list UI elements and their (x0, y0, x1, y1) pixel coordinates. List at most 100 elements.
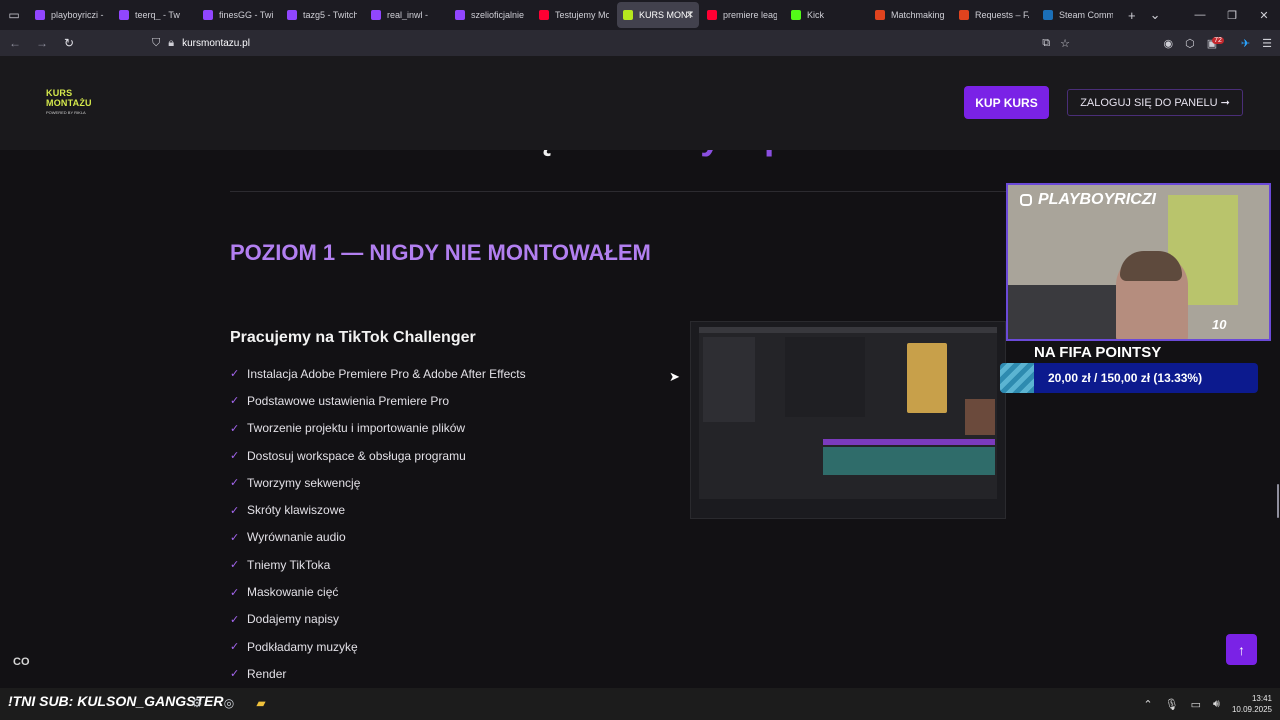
lock-icon[interactable]: 🔒︎ (168, 37, 174, 50)
tab-list-icon[interactable]: ▭ (0, 0, 28, 30)
buy-course-button[interactable]: KUP KURS (964, 86, 1049, 119)
reload-icon[interactable]: ↻ (57, 31, 81, 55)
browser-tab[interactable]: finesGG - Twitc (197, 2, 279, 28)
close-window-icon[interactable]: ✕ (1248, 0, 1280, 30)
level-title: POZIOM 1 — NIGDY NIE MONTOWAŁEM (230, 240, 651, 265)
checklist-item: ✓ Podstawowe ustawienia Premiere Pro (230, 387, 526, 414)
checklist-item: ✓ Tworzymy sekwencję (230, 469, 526, 496)
tab-favicon-icon (959, 10, 969, 20)
browser-tab[interactable]: Requests – FAC (953, 2, 1035, 28)
tab-favicon-icon (371, 10, 381, 20)
check-icon: ✓ (230, 422, 240, 435)
editor-window (699, 327, 997, 499)
extension-badge-icon[interactable]: ▣72 (1207, 36, 1229, 50)
account-icon[interactable]: ◉ (1163, 37, 1173, 50)
browser-tab[interactable]: KURS MONT ✕ (617, 2, 699, 28)
tab-favicon-icon (35, 10, 45, 20)
picture-in-picture-icon[interactable]: ⧉ (1042, 37, 1050, 50)
tab-favicon-icon (539, 10, 549, 20)
donation-goal-bar: 20,00 zł / 150,00 zł (13.33%) (1000, 363, 1258, 393)
restore-icon[interactable]: ❐ (1216, 0, 1248, 30)
taskbar: !TNI SUB: KULSON_GANGSTER ⚙ ◎ ▰ ⌃ 🎙︎ ▭ 🔊… (0, 688, 1280, 720)
checklist-item-text: Dodajemy napisy (247, 612, 340, 627)
tab-close-icon[interactable]: ✕ (686, 10, 694, 21)
network-icon[interactable]: ▭ (1191, 698, 1201, 711)
checklist-item-text: Wyrównanie audio (247, 530, 346, 545)
nav-bar: ← → ↻ ⛉ 🔒︎ kursmontazu.pl ⧉ ☆ ◉ ⬡ ▣72 ✈ … (0, 30, 1280, 56)
volume-icon[interactable]: 🔊︎ (1213, 698, 1220, 711)
bookmark-star-icon[interactable]: ☆ (1060, 37, 1070, 50)
taskbar-apps: ⚙ ◎ ▰ (188, 694, 270, 712)
login-panel-button[interactable]: ZALOGUJ SIĘ DO PANELU ➞ (1067, 89, 1243, 116)
module-checklist: ✓ Instalacja Adobe Premiere Pro & Adobe A… (230, 360, 526, 688)
browser-tab[interactable]: playboyriczi - T (29, 2, 111, 28)
clock-time: 13:41 (1251, 694, 1272, 703)
mouse-cursor-icon: ➤ (669, 369, 680, 384)
app-icon[interactable]: ▰ (252, 694, 270, 712)
chevron-down-icon[interactable]: ⌄ (1150, 7, 1161, 23)
browser-tab[interactable]: premiere leagu (701, 2, 783, 28)
checklist-item-text: Dostosuj workspace & obsługa programu (247, 448, 466, 463)
check-icon: ✓ (230, 531, 240, 544)
timeline-track-video (823, 439, 995, 445)
logo-line1: KURS (46, 88, 73, 98)
window-controls: — ❐ ✕ (1184, 0, 1280, 30)
scrollbar-thumb[interactable] (1277, 484, 1279, 518)
checklist-item: ✓ Instalacja Adobe Premiere Pro & Adobe A… (230, 360, 526, 387)
tab-favicon-icon (1043, 10, 1053, 20)
browser-tab[interactable]: real_inwl - (365, 2, 447, 28)
minimize-icon[interactable]: — (1184, 0, 1216, 30)
site-logo[interactable]: KURS MONTAŻU POWERED BY RIKLA (46, 88, 106, 115)
system-clock[interactable]: 13:41 10.09.2025 (1232, 693, 1272, 715)
project-panel (703, 337, 755, 422)
tab-favicon-icon (119, 10, 129, 20)
steam-icon[interactable]: ⚙ (188, 694, 206, 712)
cam-number: 10 (1212, 317, 1227, 332)
url-bar[interactable]: ⛉ 🔒︎ kursmontazu.pl ⧉ ☆ (152, 30, 1076, 56)
checklist-item-text: Maskowanie cięć (247, 585, 339, 600)
check-icon: ✓ (230, 395, 240, 408)
tab-favicon-icon (875, 10, 885, 20)
tab-favicon-icon (707, 10, 717, 20)
scroll-top-button[interactable]: ↑ (1226, 634, 1257, 665)
browser-tab[interactable]: szelioficjalnie - (449, 2, 531, 28)
checklist-item: ✓ Maskowanie cięć (230, 578, 526, 605)
checklist-item: ✓ Podkładamy muzykę (230, 633, 526, 660)
shield-icon[interactable]: ⛉ (152, 37, 160, 50)
check-icon: ✓ (230, 504, 240, 517)
checklist-item: ✓ Tworzenie projektu i importowanie plikó… (230, 415, 526, 442)
microphone-icon[interactable]: 🎙︎ (1165, 698, 1179, 711)
chevron-up-icon[interactable]: ⌃ (1143, 698, 1152, 711)
tab-label: finesGG - Twitc (219, 10, 273, 20)
browser-tab[interactable]: teerq_ - Tw (113, 2, 195, 28)
back-icon[interactable]: ← (3, 31, 27, 55)
system-tray: ⌃ 🎙︎ ▭ 🔊︎ 13:41 10.09.2025 (1143, 688, 1272, 720)
url-text[interactable]: kursmontazu.pl (182, 38, 250, 49)
tab-actions: + ⌄ (1128, 7, 1161, 23)
tab-favicon-icon (791, 10, 801, 20)
extensions-icon[interactable]: ⬡ (1185, 37, 1195, 50)
browser-tab[interactable]: Kick (785, 2, 867, 28)
browser-tab[interactable]: Testujemy Mon (533, 2, 615, 28)
checklist-item: ✓ Dodajemy napisy (230, 606, 526, 633)
new-tab-icon[interactable]: + (1128, 8, 1136, 23)
browser-tab[interactable]: tazg5 - Twitch (281, 2, 363, 28)
donation-goal-fill (1000, 363, 1035, 393)
settings-icon[interactable]: ◎ (220, 694, 238, 712)
cookie-consent-button[interactable]: CO (13, 656, 30, 668)
premiere-screenshot (690, 321, 1006, 519)
instagram-handle: PLAYBOYRICZI (1020, 191, 1156, 209)
browser-tab[interactable]: Matchmaking (869, 2, 951, 28)
checklist-item: ✓ Tniemy TikToka (230, 551, 526, 578)
check-icon: ✓ (230, 450, 240, 463)
tab-label: Steam Commu (1059, 10, 1113, 20)
check-icon: ✓ (230, 368, 240, 381)
donation-goal-text: 20,00 zł / 150,00 zł (13.33%) (1048, 371, 1203, 385)
browser-tab[interactable]: Steam Commu (1037, 2, 1119, 28)
extension-icon[interactable]: ✈ (1241, 37, 1250, 50)
checklist-item-text: Render (247, 666, 287, 681)
tab-favicon-icon (287, 10, 297, 20)
menu-icon[interactable]: ☰ (1262, 37, 1272, 50)
forward-icon[interactable]: → (30, 31, 54, 55)
toolbar-icons: ◉ ⬡ ▣72 ✈ ☰ (1163, 30, 1272, 56)
